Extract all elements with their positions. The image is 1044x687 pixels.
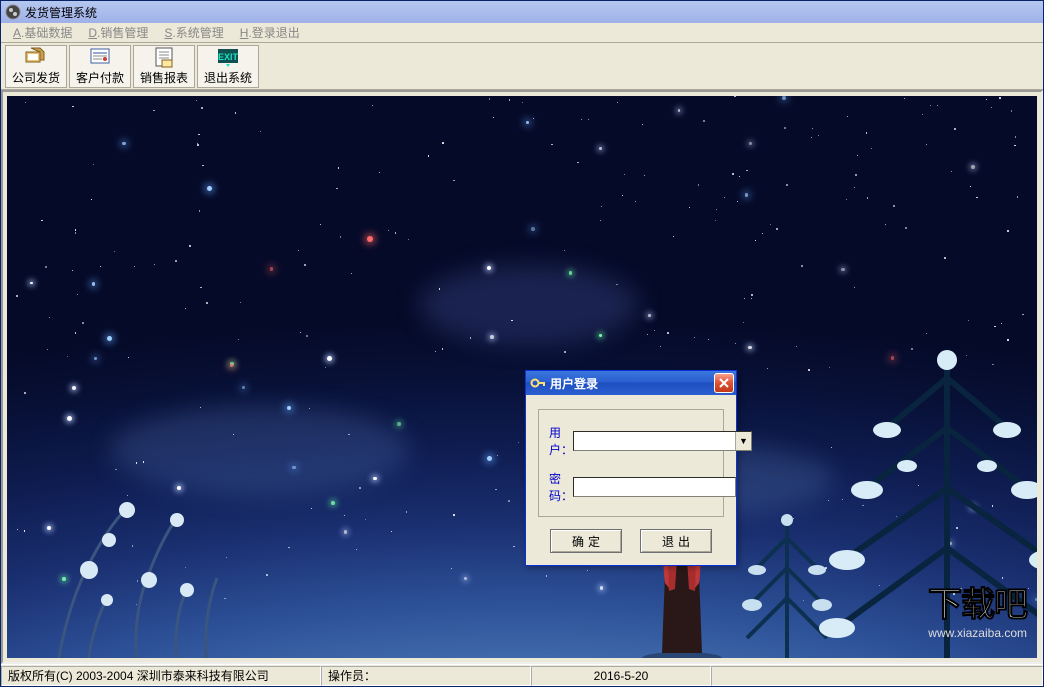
status-date: 2016-5-20 — [531, 666, 711, 686]
key-icon — [530, 376, 546, 390]
menu-basic-data[interactable]: A.基础数据 — [5, 22, 80, 43]
password-label: 密码： — [549, 470, 573, 504]
report-icon — [152, 46, 176, 68]
login-body: 用户： ▼ 密码： 确定 退出 — [526, 395, 736, 565]
menu-sales-mgmt[interactable]: D.销售管理 — [80, 22, 156, 43]
toolbar-exit-button[interactable]: EXIT 退出系统 — [197, 45, 259, 88]
titlebar[interactable]: 发货管理系统 — [1, 1, 1043, 23]
login-titlebar[interactable]: 用户登录 — [526, 371, 736, 395]
status-operator: 操作员： — [321, 666, 531, 686]
user-label: 用户： — [549, 424, 573, 458]
toolbar-label: 销售报表 — [140, 69, 188, 86]
close-button[interactable] — [714, 373, 734, 393]
app-icon — [5, 4, 21, 20]
login-fieldset: 用户： ▼ 密码： — [538, 409, 724, 517]
toolbar: 公司发货 客户付款 销售报表 EXIT 退出系统 — [1, 43, 1043, 90]
watermark-url: www.xiazaiba.com — [928, 626, 1027, 640]
watermark-text: 下载吧 — [928, 577, 1027, 626]
svg-text:EXIT: EXIT — [218, 52, 239, 62]
exit-button[interactable]: 退出 — [640, 529, 712, 553]
chevron-down-icon[interactable]: ▼ — [735, 432, 751, 450]
menu-system-mgmt[interactable]: S.系统管理 — [156, 22, 231, 43]
ok-button[interactable]: 确定 — [550, 529, 622, 553]
password-input[interactable] — [573, 477, 736, 497]
receipt-icon — [88, 46, 112, 68]
toolbar-label: 退出系统 — [204, 69, 252, 86]
toolbar-label: 公司发货 — [12, 69, 60, 86]
main-window: 发货管理系统 A.基础数据 D.销售管理 S.系统管理 H.登录退出 公司发货 … — [0, 0, 1044, 687]
login-dialog: 用户登录 用户： ▼ 密码： — [525, 370, 737, 566]
statusbar: 版权所有(C) 2003-2004 深圳市泰来科技有限公司 操作员： 2016-… — [1, 664, 1043, 686]
status-copyright: 版权所有(C) 2003-2004 深圳市泰来科技有限公司 — [1, 666, 321, 686]
box-truck-icon — [24, 46, 48, 68]
user-combobox[interactable]: ▼ — [573, 431, 752, 451]
toolbar-label: 客户付款 — [76, 69, 124, 86]
toolbar-customer-pay-button[interactable]: 客户付款 — [69, 45, 131, 88]
menubar: A.基础数据 D.销售管理 S.系统管理 H.登录退出 — [1, 23, 1043, 43]
tree-decoration — [37, 468, 237, 658]
status-empty — [711, 666, 1043, 686]
exit-icon: EXIT — [216, 46, 240, 68]
watermark: 下载吧 www.xiazaiba.com — [928, 577, 1027, 640]
background-scene: 下载吧 www.xiazaiba.com — [7, 96, 1037, 658]
toolbar-company-ship-button[interactable]: 公司发货 — [5, 45, 67, 88]
login-title: 用户登录 — [550, 375, 598, 392]
workspace: 下载吧 www.xiazaiba.com 用户登录 用户： — [1, 90, 1043, 664]
user-input[interactable] — [574, 432, 735, 450]
toolbar-sales-report-button[interactable]: 销售报表 — [133, 45, 195, 88]
titlebar-text: 发货管理系统 — [25, 4, 97, 21]
menu-login-exit[interactable]: H.登录退出 — [232, 22, 308, 43]
